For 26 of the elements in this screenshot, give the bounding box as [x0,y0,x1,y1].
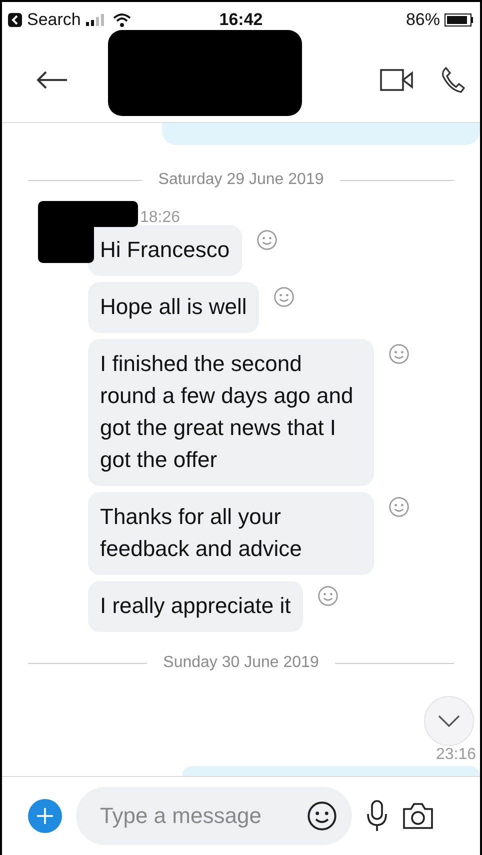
received-message-bubble: Thanks for all your feedback and advice [88,492,374,575]
plus-icon [35,806,55,826]
camera-icon[interactable] [402,802,434,830]
date-separator: Sunday 30 June 2019 [163,654,319,672]
received-message-bubble: Hi Francesco [88,225,242,276]
phone-call-icon[interactable] [440,66,466,94]
video-call-icon[interactable] [380,69,414,91]
back-arrow-icon[interactable] [36,70,68,90]
date-separator: Saturday 29 June 2019 [158,171,324,189]
message-input-field[interactable]: Type a message [98,802,306,830]
received-message-bubble: Hope all is well [88,282,259,333]
back-to-app-label[interactable]: Search [27,10,81,30]
wifi-icon [112,13,131,27]
battery-icon [444,13,474,27]
back-chevron-icon[interactable] [8,13,22,27]
add-button[interactable] [28,799,62,833]
smiley-icon[interactable] [306,800,338,832]
chevron-down-icon [437,714,461,728]
received-message-bubble: I really appreciate it [88,581,303,632]
message-time: 23:16 [434,746,477,764]
message-field[interactable]: Type a message [76,787,352,845]
received-message-bubble: I finished the second round a few days ago and got the great news that I got the offer [88,339,374,486]
microphone-icon[interactable] [366,799,388,833]
message-time: 18:26 [140,209,180,227]
battery-percent: 86% [406,10,440,30]
clock-time: 16:42 [218,10,264,30]
